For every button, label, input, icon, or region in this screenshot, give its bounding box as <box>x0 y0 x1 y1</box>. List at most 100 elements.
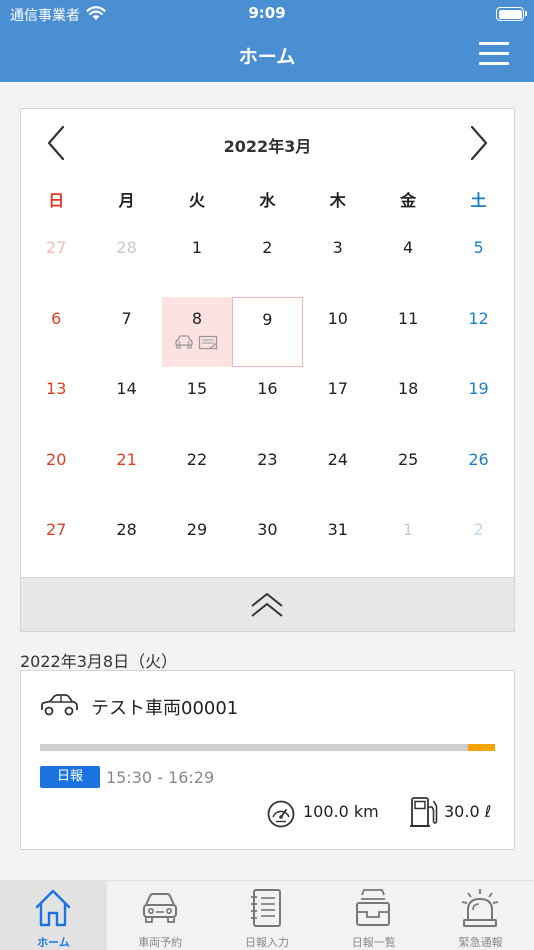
calendar-day[interactable]: 3 <box>303 226 373 297</box>
calendar-day[interactable]: 28 <box>91 508 161 579</box>
status-time: 9:09 <box>248 4 286 22</box>
report-time-range: 15:30 - 16:29 <box>106 768 215 787</box>
calendar-day[interactable]: 25 <box>373 438 443 509</box>
calendar-day[interactable]: 20 <box>21 438 91 509</box>
speedometer-icon <box>267 800 295 828</box>
fuel-value: 30.0 ℓ <box>444 802 492 821</box>
calendar-day[interactable]: 15 <box>162 367 232 438</box>
calendar-day[interactable]: 1 <box>373 508 443 579</box>
tab-report-list[interactable]: 日報一覧 <box>320 881 427 950</box>
day-number: 15 <box>186 379 208 398</box>
calendar-day[interactable]: 4 <box>373 226 443 297</box>
calendar-day[interactable]: 17 <box>303 367 373 438</box>
day-number: 4 <box>403 238 414 257</box>
calendar-day[interactable]: 14 <box>91 367 161 438</box>
calendar-day[interactable]: 26 <box>443 438 513 509</box>
day-number: 2 <box>473 520 484 539</box>
calendar-day[interactable]: 27 <box>21 226 91 297</box>
calendar-day[interactable]: 11 <box>373 297 443 368</box>
calendar-day[interactable]: 22 <box>162 438 232 509</box>
calendar-day[interactable]: 10 <box>303 297 373 368</box>
distance-value: 100.0 km <box>303 802 379 821</box>
calendar-day[interactable]: 27 <box>21 508 91 579</box>
day-event-marks <box>174 334 218 351</box>
calendar-day-selected[interactable]: 8 <box>161 296 233 367</box>
calendar-day[interactable]: 6 <box>21 297 91 368</box>
calendar-day[interactable]: 31 <box>303 508 373 579</box>
day-number: 16 <box>257 379 278 398</box>
day-number: 28 <box>116 238 137 257</box>
day-number: 26 <box>468 449 489 469</box>
weekday-header: 日 月 火 水 木 金 土 <box>21 181 514 221</box>
tab-home[interactable]: ホーム <box>0 881 107 950</box>
day-number: 21 <box>116 449 137 469</box>
day-number: 27 <box>46 520 67 539</box>
calendar-day[interactable]: 13 <box>21 367 91 438</box>
day-number: 1 <box>403 520 414 539</box>
calendar-day[interactable]: 12 <box>443 297 513 368</box>
tab-label: 緊急通報 <box>458 936 503 949</box>
calendar-day[interactable]: 1 <box>162 226 232 297</box>
notebook-icon <box>250 889 281 927</box>
tab-emergency[interactable]: 緊急通報 <box>427 881 534 950</box>
nav-bar: ホーム <box>0 28 534 82</box>
daily-report-card[interactable]: テスト車両00001 日報 15:30 - 16:29 100.0 km 30.… <box>20 670 515 850</box>
calendar-day[interactable]: 5 <box>443 226 513 297</box>
car-icon <box>175 334 193 349</box>
calendar-day-today[interactable]: 9 <box>232 296 303 367</box>
weekday-label: 金 <box>400 191 417 210</box>
day-number: 3 <box>332 238 343 257</box>
calendar-grid: 27 28 1 2 3 4 5 6 7 8 9 10 11 12 13 14 15 16 17 18 19 20 21 22 2… <box>21 226 514 579</box>
day-number: 8 <box>191 308 203 328</box>
day-number: 14 <box>116 379 137 398</box>
calendar-day[interactable]: 21 <box>91 438 161 509</box>
calendar-week-row: 6 7 8 9 10 11 12 <box>21 296 514 368</box>
day-number: 9 <box>262 309 273 329</box>
calendar: 2022年3月 日 月 火 水 木 金 土 27 28 1 2 3 4 5 6 7 8 9 10 11 1… <box>20 108 515 632</box>
day-number: 5 <box>473 238 484 257</box>
calendar-day[interactable]: 28 <box>91 226 161 297</box>
weekday-label: 日 <box>48 191 65 210</box>
siren-icon <box>462 889 499 927</box>
day-number: 18 <box>397 379 419 398</box>
next-month-icon[interactable] <box>464 123 492 163</box>
tab-report-input[interactable]: 日報入力 <box>214 881 321 950</box>
calendar-day[interactable]: 24 <box>303 438 373 509</box>
memo-icon <box>198 335 217 349</box>
tab-label: ホーム <box>37 936 70 949</box>
day-number: 19 <box>468 379 489 398</box>
calendar-month-label: 2022年3月 <box>223 137 312 156</box>
calendar-week-row: 13 14 15 16 17 18 19 <box>21 367 514 438</box>
hamburger-menu-icon[interactable] <box>479 42 509 66</box>
day-number: 23 <box>257 449 278 469</box>
calendar-day[interactable]: 2 <box>443 508 513 579</box>
calendar-day[interactable]: 7 <box>91 297 161 368</box>
status-bar: 通信事業者 9:09 <box>0 0 534 28</box>
day-number: 30 <box>257 520 278 539</box>
day-number: 31 <box>327 520 348 539</box>
calendar-day[interactable]: 2 <box>232 226 302 297</box>
usage-segment <box>467 744 495 751</box>
calendar-week-row: 27 28 29 30 31 1 2 <box>21 508 514 579</box>
calendar-day[interactable]: 18 <box>373 367 443 438</box>
calendar-day[interactable]: 23 <box>232 438 302 509</box>
calendar-day[interactable]: 30 <box>232 508 302 579</box>
day-number: 10 <box>327 308 348 328</box>
selected-date-label: 2022年3月8日（火） <box>20 652 178 671</box>
collapse-calendar-button[interactable] <box>21 577 514 631</box>
weekday-label: 火 <box>188 191 205 210</box>
fuel-pump-icon <box>410 797 438 827</box>
calendar-day[interactable]: 29 <box>162 508 232 579</box>
calendar-header: 2022年3月 <box>21 109 514 179</box>
weekday-label: 土 <box>470 191 487 210</box>
calendar-day[interactable]: 19 <box>443 367 513 438</box>
tab-label: 日報一覧 <box>351 936 396 949</box>
calendar-day[interactable]: 16 <box>232 367 302 438</box>
battery-icon <box>496 7 527 21</box>
day-number: 22 <box>186 449 208 469</box>
day-number: 1 <box>191 238 203 257</box>
tab-vehicle-reservation[interactable]: 車両予約 <box>107 881 214 950</box>
car-icon <box>41 694 78 716</box>
day-number: 12 <box>468 308 489 328</box>
day-number: 2 <box>262 238 273 257</box>
